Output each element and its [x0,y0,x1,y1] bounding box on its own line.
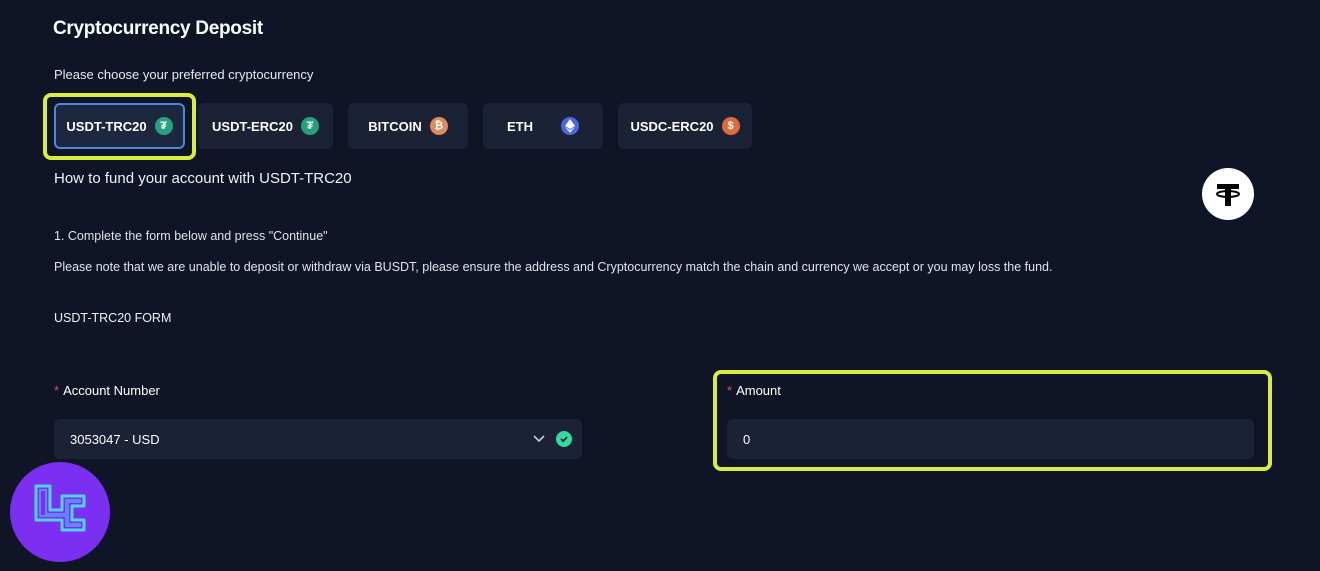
coin-label: BITCOIN [368,118,422,134]
active-coin-highlight [43,93,196,160]
choose-crypto-label: Please choose your preferred cryptocurre… [54,67,314,82]
brand-logo-icon [10,462,110,562]
check-circle-icon [556,431,572,447]
coin-button-usdc-erc20[interactable]: USDC-ERC20 $ [618,103,752,149]
amount-input[interactable]: 0 [727,419,1254,459]
amount-value: 0 [743,431,751,447]
tether-icon: ₮ [300,117,319,135]
coin-button-bitcoin[interactable]: BITCOIN ₿ [348,103,468,149]
instructions-heading: How to fund your account with USDT-TRC20 [54,170,352,187]
coin-button-usdt-erc20[interactable]: USDT-ERC20 ₮ [198,103,333,149]
page-title: Cryptocurrency Deposit [53,18,263,39]
coin-label: USDT-ERC20 [212,118,293,134]
bitcoin-icon: ₿ [429,117,448,135]
ethereum-icon [561,117,579,135]
chevron-down-icon [533,435,545,443]
form-title: USDT-TRC20 FORM [54,311,172,325]
amount-label-text: Amount [736,383,781,398]
required-marker: * [54,383,60,398]
usdc-icon: $ [721,117,740,135]
account-number-label-text: Account Number [63,383,160,398]
coin-label: USDC-ERC20 [630,118,714,134]
amount-label: * Amount [727,383,781,398]
account-number-value: 3053047 - USD [70,431,160,447]
warning-note: Please note that we are unable to deposi… [54,260,1053,274]
account-number-select[interactable]: 3053047 - USD [54,419,582,459]
coin-label: ETH [507,118,533,134]
account-number-label: * Account Number [54,383,160,398]
tether-logo-icon [1202,168,1254,220]
required-marker: * [727,383,733,398]
step-one-text: 1. Complete the form below and press "Co… [54,229,328,243]
coin-button-eth[interactable]: ETH [483,103,603,149]
